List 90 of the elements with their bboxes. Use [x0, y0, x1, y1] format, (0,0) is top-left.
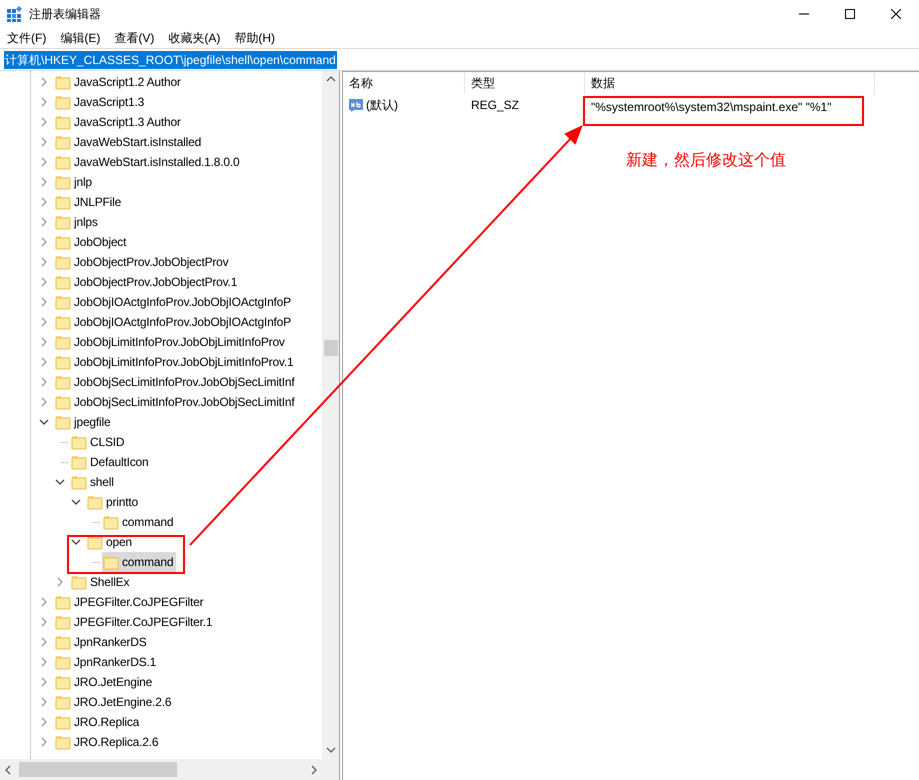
folder-icon — [55, 154, 71, 170]
folder-icon — [103, 554, 119, 570]
folder-icon — [87, 494, 103, 510]
tree-item[interactable]: JPEGFilter.CoJPEGFilter — [54, 592, 206, 612]
tree-item[interactable]: jnlp — [54, 172, 95, 192]
folder-icon — [55, 194, 71, 210]
column-header[interactable]: 类型 — [465, 72, 585, 94]
tree-item[interactable]: JavaScript1.3 — [54, 92, 148, 112]
folder-icon — [87, 534, 103, 550]
app-icon — [7, 6, 23, 22]
address-field[interactable]: 计算机\HKEY_CLASSES_ROOT\jpegfile\shell\open\command — [0, 48, 919, 71]
annotation-text: 新建，然后修改这个值 — [626, 150, 786, 171]
tree-item[interactable]: JobObjIOActgInfoProv.JobObjIOActgInfoP — [54, 292, 294, 312]
maximize-icon — [845, 8, 855, 18]
folder-icon — [55, 634, 71, 650]
menu-item[interactable]: 编辑(E) — [60, 28, 100, 46]
value-name: (默认) — [366, 97, 398, 114]
folder-icon — [55, 214, 71, 230]
folder-icon — [55, 654, 71, 670]
tree-item[interactable]: JobObjSecLimitInfoProv.JobObjSecLimitInf — [54, 372, 298, 392]
folder-icon — [55, 294, 71, 310]
column-header[interactable]: 数据 — [585, 72, 875, 94]
tree-item[interactable]: ShellEx — [70, 572, 132, 592]
tree-item[interactable]: JavaWebStart.isInstalled.1.8.0.0 — [54, 152, 242, 172]
folder-icon — [55, 234, 71, 250]
string-value-icon — [348, 97, 364, 113]
folder-icon — [71, 454, 87, 470]
folder-icon — [55, 374, 71, 390]
tree-item[interactable]: JNLPFile — [54, 192, 124, 212]
horizontal-scrollbar[interactable] — [0, 759, 339, 780]
tree-item[interactable]: jpegfile — [54, 412, 114, 432]
folder-icon — [55, 694, 71, 710]
folder-icon — [55, 594, 71, 610]
tree-item[interactable]: JobObjSecLimitInfoProv.JobObjSecLimitInf — [54, 392, 298, 412]
tree-item[interactable]: jnlps — [54, 212, 101, 232]
tree-item[interactable]: command — [102, 552, 176, 572]
folder-icon — [55, 674, 71, 690]
tree-item[interactable]: JobObjLimitInfoProv.JobObjLimitInfoProv — [54, 332, 288, 352]
window-title: 注册表编辑器 — [29, 6, 101, 22]
menu-item[interactable]: 收藏夹(A) — [168, 28, 220, 46]
tree-item[interactable]: CLSID — [70, 432, 128, 452]
folder-icon — [55, 394, 71, 410]
menu-item[interactable]: 文件(F) — [7, 28, 46, 46]
folder-icon — [55, 134, 71, 150]
tree-item[interactable]: command — [102, 512, 176, 532]
folder-icon — [55, 74, 71, 90]
tree-item[interactable]: JobObjIOActgInfoProv.JobObjIOActgInfoP — [54, 312, 294, 332]
tree-item[interactable]: JobObjectProv.JobObjectProv.1 — [54, 272, 240, 292]
tree-item[interactable]: JobObjLimitInfoProv.JobObjLimitInfoProv.1 — [54, 352, 296, 372]
tree-item[interactable]: DefaultIcon — [70, 452, 152, 472]
close-icon — [891, 8, 901, 18]
folder-icon — [55, 314, 71, 330]
scroll-thumb[interactable] — [19, 762, 177, 777]
tree-item[interactable]: JRO.Replica.2.6 — [54, 732, 162, 752]
tree-item[interactable]: printto — [86, 492, 141, 512]
tree-item[interactable]: JavaScript1.3 Author — [54, 112, 184, 132]
menu-item[interactable]: 查看(V) — [114, 28, 154, 46]
tree-item[interactable]: JRO.Replica — [54, 712, 142, 732]
tree-item[interactable]: JpnRankerDS — [54, 632, 150, 652]
folder-icon — [55, 274, 71, 290]
scroll-thumb[interactable] — [324, 340, 338, 356]
tree-item[interactable]: JavaScript1.2 Author — [54, 72, 184, 92]
folder-icon — [55, 714, 71, 730]
tree-item[interactable]: JPEGFilter.CoJPEGFilter.1 — [54, 612, 216, 632]
tree-item[interactable]: JRO.JetEngine.2.6 — [54, 692, 174, 712]
tree-item[interactable]: open — [86, 532, 135, 552]
tree-item[interactable]: JobObjectProv.JobObjectProv — [54, 252, 232, 272]
tree-item[interactable]: JobObject — [54, 232, 130, 252]
folder-icon — [55, 414, 71, 430]
tree-item[interactable]: shell — [70, 472, 117, 492]
tree-item[interactable]: JavaWebStart.isInstalled — [54, 132, 204, 152]
vertical-scrollbar[interactable] — [322, 71, 339, 759]
value-type: REG_SZ — [470, 97, 520, 114]
folder-icon — [71, 474, 87, 490]
folder-icon — [71, 574, 87, 590]
folder-icon — [55, 114, 71, 130]
folder-icon — [71, 434, 87, 450]
folder-icon — [55, 174, 71, 190]
folder-icon — [55, 254, 71, 270]
menu-item[interactable]: 帮助(H) — [234, 28, 275, 46]
folder-icon — [103, 514, 119, 530]
folder-icon — [55, 94, 71, 110]
tree-item[interactable]: JRO.JetEngine — [54, 672, 156, 692]
folder-icon — [55, 334, 71, 350]
folder-icon — [55, 614, 71, 630]
folder-icon — [55, 354, 71, 370]
value-data: "%systemroot%\system32\mspaint.exe" "%1" — [591, 100, 832, 114]
folder-icon — [55, 734, 71, 750]
tree-item[interactable]: JpnRankerDS.1 — [54, 652, 160, 672]
column-header[interactable]: 名称 — [343, 72, 465, 94]
